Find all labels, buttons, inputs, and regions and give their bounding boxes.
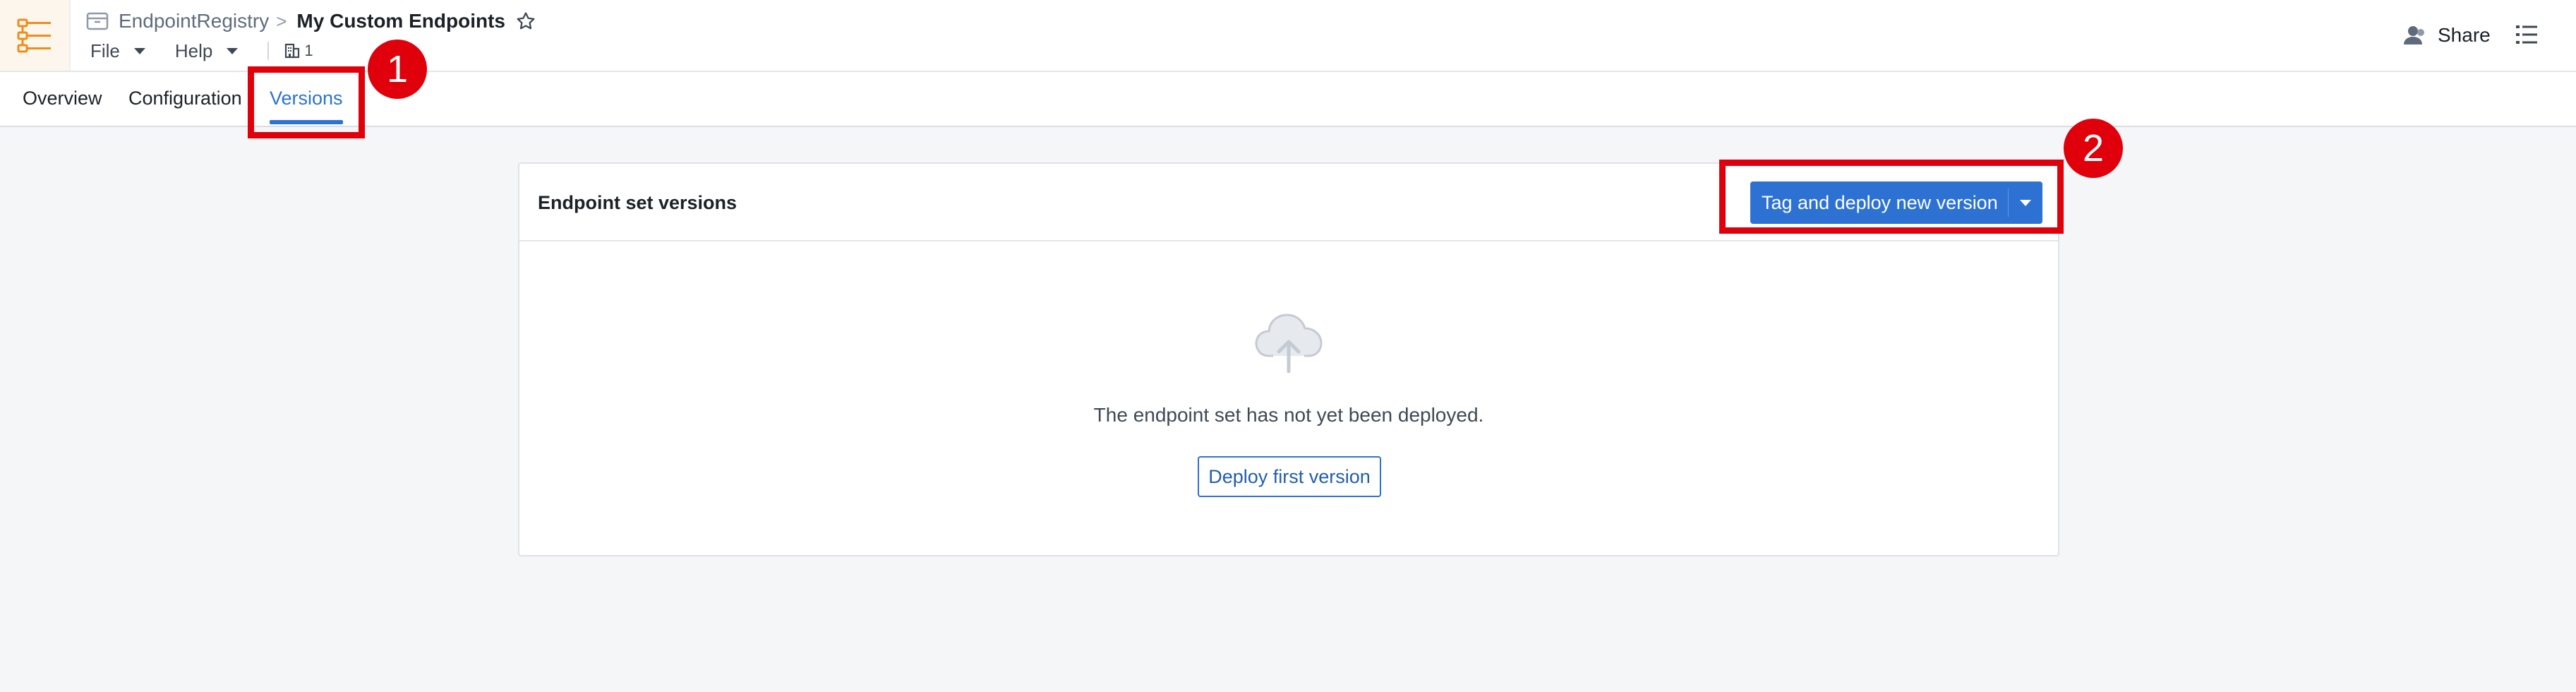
tab-overview-label: Overview (23, 88, 102, 109)
file-menu[interactable]: File (90, 40, 145, 62)
annotation-badge-1: 1 (368, 40, 427, 99)
share-button[interactable]: Share (2402, 21, 2491, 49)
share-label: Share (2438, 24, 2491, 46)
breadcrumb-separator: > (276, 10, 287, 32)
panel-title: Endpoint set versions (538, 192, 738, 213)
organization-indicator[interactable]: 1 (284, 42, 313, 60)
deploy-first-version-button[interactable]: Deploy first version (1198, 456, 1381, 497)
endpoint-registry-app-icon[interactable] (0, 0, 71, 71)
chevron-down-icon (133, 47, 145, 54)
organization-count: 1 (304, 42, 313, 59)
menu-bar: File Help 1 (90, 38, 313, 64)
annotation-number-2: 2 (2082, 127, 2105, 169)
empty-state-message: The endpoint set has not yet been deploy… (1093, 404, 1484, 426)
building-icon (285, 43, 300, 59)
breadcrumb: EndpointRegistry > My Custom Endpoints (86, 7, 536, 35)
help-menu[interactable]: Help (174, 40, 239, 62)
resource-title[interactable]: My Custom Endpoints (296, 10, 505, 32)
tab-configuration[interactable]: Configuration (128, 88, 242, 127)
annotation-badge-2: 2 (2064, 119, 2123, 178)
folder-icon (86, 11, 110, 31)
chevron-down-icon (227, 47, 239, 54)
menu-divider (267, 42, 270, 60)
cloud-upload-icon (1252, 302, 1325, 379)
file-menu-label: File (90, 40, 120, 61)
annotation-box-2 (1719, 160, 2064, 234)
breadcrumb-parent-link[interactable]: EndpointRegistry (119, 10, 269, 32)
help-menu-label: Help (174, 40, 213, 61)
tab-overview[interactable]: Overview (23, 88, 102, 127)
annotation-number-1: 1 (386, 48, 409, 90)
properties-list-icon[interactable] (2515, 23, 2539, 50)
tab-configuration-label: Configuration (128, 88, 242, 109)
person-icon (2404, 26, 2424, 44)
star-icon[interactable] (515, 11, 536, 32)
annotation-box-1 (248, 66, 365, 138)
